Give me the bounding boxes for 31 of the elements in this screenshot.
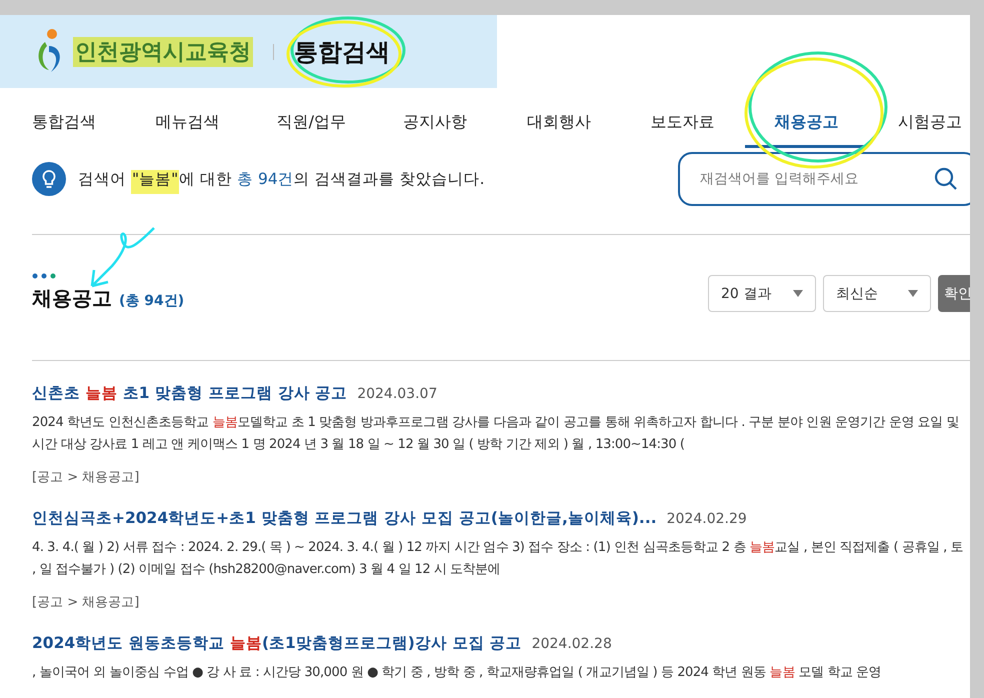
confirm-button[interactable]: 확인 — [938, 275, 970, 312]
result-breadcrumb: [공고 > 채용공고] — [32, 594, 140, 611]
result-date: 2024.02.28 — [532, 636, 612, 652]
result-snippet: 2024 학년도 인천신촌초등학교 늘봄모델학교 초 1 맞춤형 방과후프로그램 강사를 다음과 같이 공고를 통해 위촉하고자 합니다 . 구분 분야 인원 운영기간 운영 요일 및 시간 대상 강사료 1 레고 앤 케이맥스 1 명 2024 년 3 월 18 일 ~ 12 월 30 일 ( 방학 기간 제외 ) 월 , 13:00~14:30 ( — [32, 414, 960, 454]
category-tab[interactable]: 메뉴검색 — [126, 104, 250, 148]
search-icon[interactable] — [934, 167, 958, 191]
section-count: (총 94건) — [119, 292, 184, 310]
search-field[interactable]: 재검색어를 입력해주세요 — [678, 152, 970, 206]
category-tab[interactable]: 공지사항 — [373, 104, 497, 148]
lightbulb-icon — [32, 162, 66, 196]
sort-dropdown[interactable]: 최신순 — [823, 275, 931, 312]
result-breadcrumb: [공고 > 채용공고] — [32, 469, 140, 486]
caret-icon — [908, 290, 918, 297]
page-size-dropdown[interactable]: 20 결과 — [708, 275, 816, 312]
dots-icon — [32, 273, 56, 279]
category-tab[interactable]: 통합검색 — [2, 104, 126, 148]
result-title-link[interactable]: 신촌초 늘봄 초1 맞춤형 프로그램 강사 공고 — [32, 383, 348, 404]
category-tab[interactable]: 보도자료 — [620, 104, 744, 148]
result-title-link[interactable]: 2024학년도 원동초등학교 늘봄(초1맞춤형프로그램)강사 모집 공고 — [32, 633, 522, 654]
result-date: 2024.03.07 — [357, 386, 438, 402]
result-date: 2024.02.29 — [666, 511, 747, 527]
result-snippet: , 놀이국어 외 놀이중심 수업 ● 강 사 료 : 시간당 30,000 원 ● 학기 중 , 방학 중 , 학교재량휴업일 ( 개교기념일 ) 등 2024 학년 원동 늘봄 모델 학교 운영 — [32, 664, 882, 682]
section-title: 채용공고 — [32, 285, 112, 312]
caret-icon — [793, 290, 803, 297]
organization-name: 인천광역시교육청 — [73, 36, 253, 66]
category-tab[interactable]: 시험공고 — [868, 104, 970, 148]
page-title: 통합검색 — [294, 36, 390, 68]
result-title-link[interactable]: 인천심곡초+2024학년도+초1 맞춤형 프로그램 강사 모집 공고(놀이한글,놀이체육)... — [32, 508, 657, 529]
result-snippet: 4. 3. 4.( 월 ) 2) 서류 접수 : 2024. 2. 29.( 목 ) ~ 2024. 3. 4.( 월 ) 12 까지 시간 엄수 3) 접수 장소 : (1) 인천 심곡초등학교 2 층 늘봄교실 , 본인 직접제출 ( 공휴일 , 토 , 일 접수불가 ) (2) 이메일 접수 (hsh28200@naver.com) 3 월 4 일 12 시 도착분에 — [32, 539, 964, 579]
category-tab[interactable]: 대회행사 — [497, 104, 621, 148]
category-tab[interactable]: 직원/업무 — [250, 104, 374, 148]
